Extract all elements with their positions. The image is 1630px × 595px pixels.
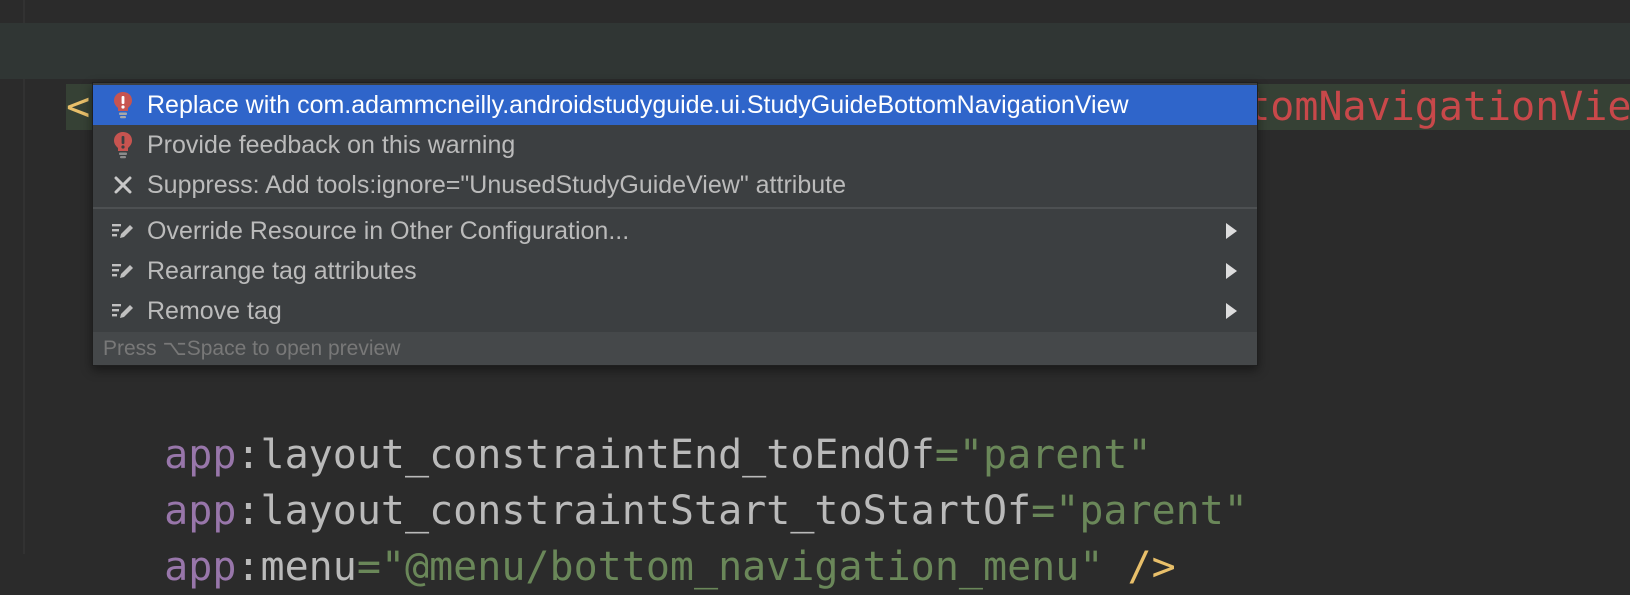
equals-sign: = [356,544,381,590]
red-bulb-icon [109,91,137,119]
menu-item-label: Remove tag [147,296,282,325]
namespace-prefix: app [164,544,237,590]
red-bulb-icon [109,131,137,159]
colon: : [236,544,261,590]
menu-item-label: Replace with com.adammcneilly.androidstu… [147,90,1129,119]
attribute-name: menu [260,544,357,590]
tag-open-bracket: < [66,84,91,130]
submenu-arrow-icon [1226,263,1237,279]
edit-intention-icon [109,297,137,325]
menu-item-provide-feedback[interactable]: Provide feedback on this warning [93,125,1257,165]
menu-item-remove-tag[interactable]: Remove tag [93,291,1257,331]
self-close-tag: /> [1103,544,1176,590]
edit-intention-icon [109,217,137,245]
menu-item-label: Rearrange tag attributes [147,256,417,285]
submenu-arrow-icon [1226,223,1237,239]
code-line-menu[interactable]: app:menu="@menu/bottom_navigation_menu" … [116,483,1176,595]
menu-item-label: Override Resource in Other Configuration… [147,216,630,245]
intention-actions-popup: Replace with com.adammcneilly.androidstu… [92,82,1258,366]
menu-item-suppress[interactable]: Suppress: Add tools:ignore="UnusedStudyG… [93,165,1257,205]
popup-footer-hint: Press ⌥Space to open preview [93,332,1257,365]
menu-item-replace-with[interactable]: Replace with com.adammcneilly.androidstu… [93,85,1257,125]
menu-separator [93,207,1257,209]
submenu-arrow-icon [1226,303,1237,319]
edit-intention-icon [109,257,137,285]
menu-item-label: Provide feedback on this warning [147,130,516,159]
menu-item-override-resource[interactable]: Override Resource in Other Configuration… [93,211,1257,251]
menu-item-label: Suppress: Add tools:ignore="UnusedStudyG… [147,170,846,199]
menu-item-rearrange-attributes[interactable]: Rearrange tag attributes [93,251,1257,291]
close-x-icon [109,171,137,199]
attribute-value: "@menu/bottom_navigation_menu" [380,544,1104,590]
